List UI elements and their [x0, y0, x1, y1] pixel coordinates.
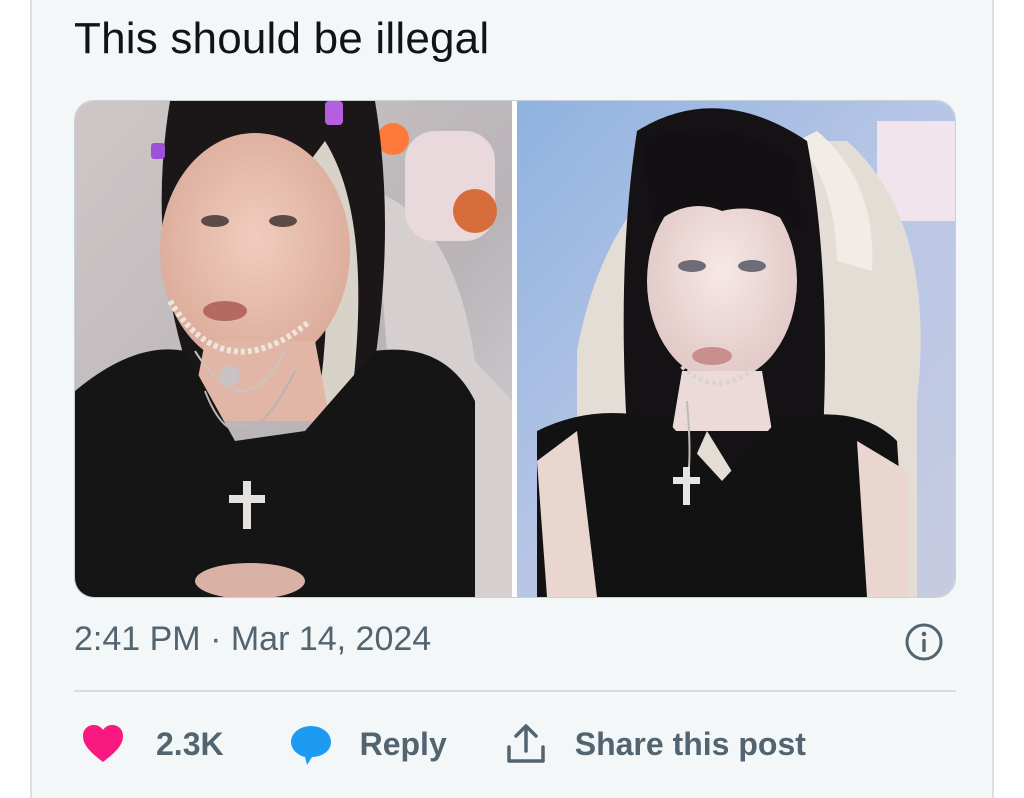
like-count: 2.3K	[156, 725, 224, 762]
post-timestamp[interactable]: 2:41 PM · Mar 14, 2024	[74, 620, 431, 659]
speech-bubble-icon	[290, 726, 331, 765]
media-grid[interactable]	[74, 100, 956, 598]
reply-button[interactable]: Reply	[288, 721, 447, 767]
photo-right-image	[517, 101, 955, 597]
heart-icon	[83, 725, 123, 762]
reply-label: Reply	[359, 725, 447, 762]
post-text: This should be illegal	[74, 14, 490, 63]
photo-left-image	[75, 101, 512, 597]
share-button[interactable]: Share this post	[503, 721, 806, 767]
like-button[interactable]: 2.3K	[80, 721, 224, 767]
post-card: This should be illegal 2:41 PM · Mar 14,…	[30, 0, 994, 798]
photo-left[interactable]	[75, 101, 512, 597]
divider	[74, 690, 956, 692]
action-bar: 2.3K Reply Share this post	[74, 718, 806, 770]
share-label: Share this post	[574, 725, 806, 762]
info-icon[interactable]	[904, 622, 944, 662]
photo-right[interactable]	[517, 101, 955, 597]
share-arrow-icon	[506, 724, 545, 763]
